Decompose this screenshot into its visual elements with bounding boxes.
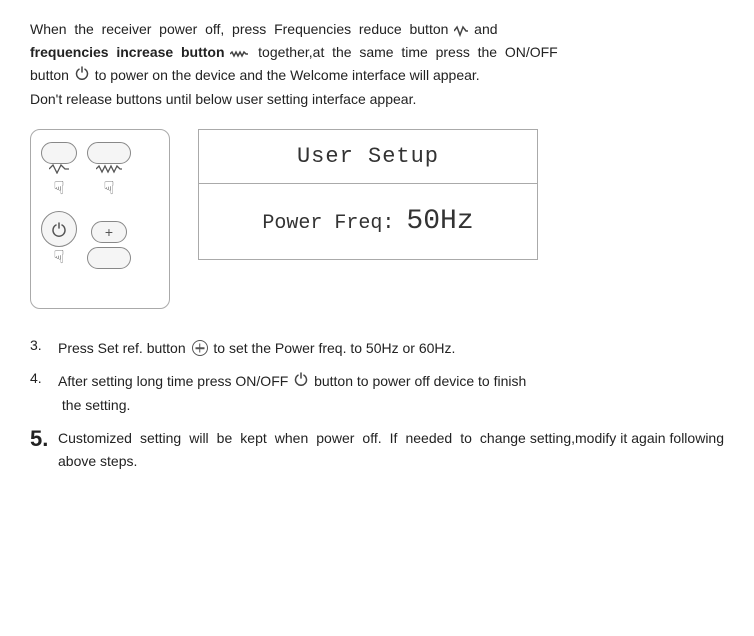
step-3: 3. Press Set ref. button to set the Powe… (30, 337, 724, 360)
reduce-finger-icon: ☟ (54, 178, 65, 199)
power-btn-group: ☟ (41, 211, 77, 268)
step-4-text: After setting long time press ON/OFF but… (58, 370, 724, 417)
device-illustration: ☟ ☟ ☟ (30, 129, 170, 309)
top-button-row: ☟ ☟ (41, 142, 131, 199)
steps-section: 3. Press Set ref. button to set the Powe… (30, 337, 724, 473)
plus-button-device: + (91, 221, 127, 243)
reduce-wave-icon (49, 164, 69, 177)
increase-finger-icon: ☟ (104, 178, 115, 199)
setup-title-bar: User Setup (199, 130, 537, 184)
setup-box: User Setup Power Freq: 50Hz (198, 129, 538, 260)
setup-title: User Setup (297, 144, 439, 169)
increase-wave-icon (96, 164, 122, 177)
power-finger-icon: ☟ (54, 247, 65, 268)
increase-button (87, 142, 131, 164)
freq-value: 50Hz (406, 206, 473, 237)
circle-plus-icon (192, 340, 208, 356)
freq-label: Power Freq: 50Hz (262, 212, 473, 235)
wave-reduce-icon (454, 20, 468, 41)
increase-btn-group: ☟ (87, 142, 131, 199)
bold-text-freq-increase: frequencies increase button (30, 44, 225, 60)
power-icon-step4 (294, 370, 308, 393)
wave-increase-icon (230, 43, 248, 64)
step-3-text: Press Set ref. button to set the Power f… (58, 337, 724, 360)
bottom-button-row: ☟ + (41, 211, 131, 269)
step-3-number: 3. (30, 337, 58, 353)
step-5-text: Customized setting will be kept when pow… (58, 427, 724, 473)
reduce-button (41, 142, 77, 164)
reduce-btn-group: ☟ (41, 142, 77, 199)
setup-content: Power Freq: 50Hz (199, 184, 537, 259)
power-button-device (41, 211, 77, 247)
step-5: 5. Customized setting will be kept when … (30, 427, 724, 473)
step-5-number: 5. (30, 427, 58, 451)
freq-label-text: Power Freq: (262, 212, 394, 235)
power-icon-intro (75, 64, 89, 87)
oval-btn-bottom (87, 247, 131, 269)
intro-paragraph: When the receiver power off, press Frequ… (30, 18, 724, 111)
step-4: 4. After setting long time press ON/OFF … (30, 370, 724, 417)
plus-btn-group: + (87, 211, 131, 269)
middle-section: ☟ ☟ ☟ (30, 129, 724, 309)
step-4-number: 4. (30, 370, 58, 386)
